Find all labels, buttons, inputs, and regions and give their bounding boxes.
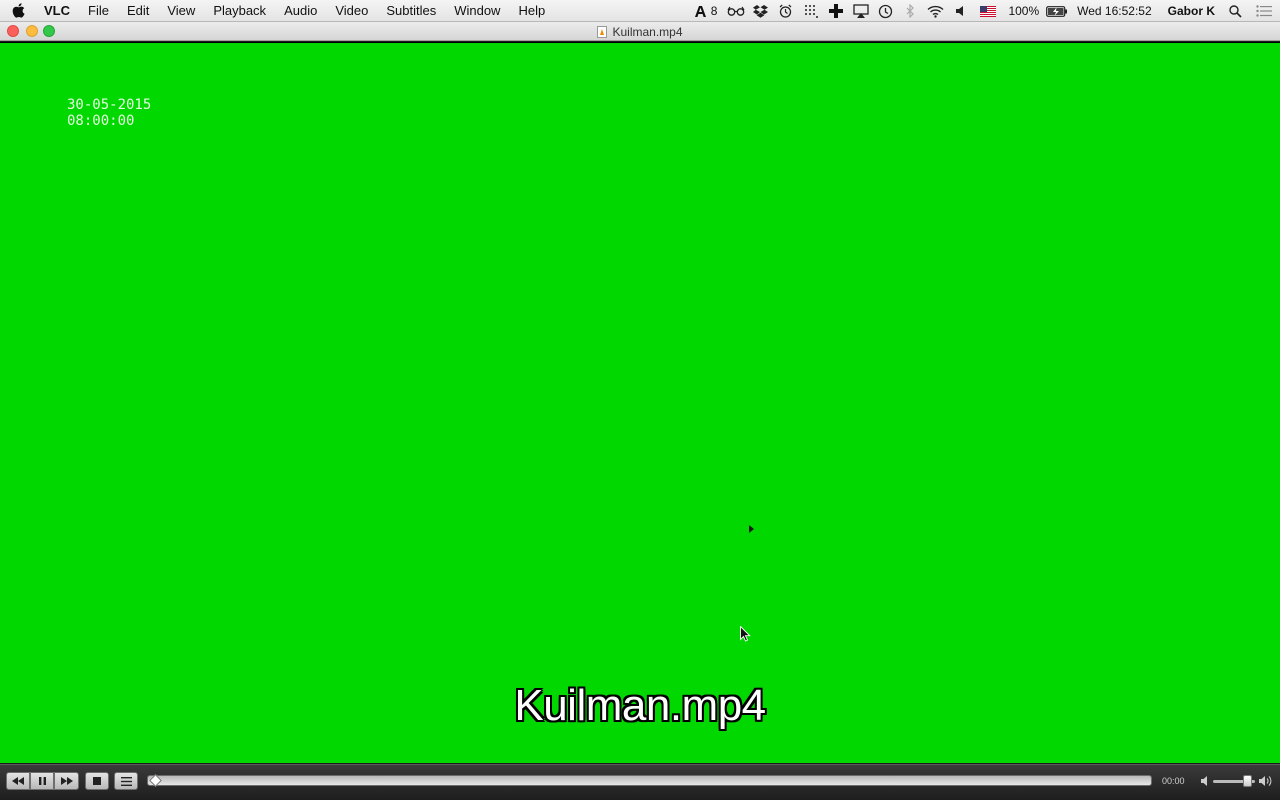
window-title-text: Kuilman.mp4 <box>612 24 683 39</box>
elapsed-time[interactable]: 00:00 <box>1162 765 1185 798</box>
volume-low-icon[interactable] <box>1200 774 1208 788</box>
user-account[interactable]: Gabor K <box>1160 0 1223 22</box>
pause-button[interactable] <box>30 772 54 790</box>
video-display[interactable]: 30-05-2015 08:00:00 Kuilman.mp4 <box>0 42 1280 763</box>
bluetooth-icon[interactable] <box>898 0 923 22</box>
spotlight-search-icon[interactable] <box>1223 0 1248 22</box>
play-marker-icon <box>749 525 754 533</box>
grid-dots-icon[interactable] <box>798 0 823 22</box>
osd-file-title: Kuilman.mp4 <box>514 681 766 730</box>
alarm-clock-icon[interactable] <box>773 0 798 22</box>
notification-center-icon[interactable] <box>1248 0 1280 22</box>
adobe-icon[interactable] <box>691 0 711 22</box>
glasses-icon[interactable] <box>723 0 748 22</box>
window-title-bar[interactable]: Kuilman.mp4 <box>0 22 1280 41</box>
apple-icon[interactable] <box>0 3 36 18</box>
menu-video[interactable]: Video <box>326 0 377 22</box>
adobe-count[interactable]: 8 <box>711 0 724 22</box>
menu-window[interactable]: Window <box>445 0 509 22</box>
plus-cross-icon[interactable] <box>823 0 848 22</box>
seek-bar[interactable] <box>147 774 1152 787</box>
volume-knob[interactable] <box>1243 775 1253 787</box>
battery-charging-icon[interactable] <box>1044 0 1069 22</box>
menubar-clock[interactable]: Wed 16:52:52 <box>1069 0 1160 22</box>
dropbox-icon[interactable] <box>748 0 773 22</box>
vlc-document-icon <box>597 25 608 38</box>
rewind-button[interactable] <box>6 772 30 790</box>
volume-high-icon[interactable] <box>1258 773 1272 789</box>
timestamp-date: 30-05-2015 <box>67 97 152 113</box>
menu-edit[interactable]: Edit <box>118 0 158 22</box>
us-flag-icon[interactable] <box>973 0 1003 22</box>
seek-knob[interactable] <box>149 774 162 787</box>
battery-percentage[interactable]: 100% <box>1003 0 1044 22</box>
menu-view[interactable]: View <box>158 0 204 22</box>
playback-control-bar: 00:00 <box>0 764 1280 800</box>
menu-file[interactable]: File <box>79 0 118 22</box>
fast-forward-icon <box>60 777 73 785</box>
pause-icon <box>38 777 46 785</box>
menu-subtitles[interactable]: Subtitles <box>377 0 445 22</box>
playlist-icon <box>120 776 132 786</box>
volume-icon[interactable] <box>948 0 973 22</box>
status-menu-area: 8 100% Wed 16:52:52 Gabor K <box>691 0 1280 22</box>
fast-forward-button[interactable] <box>54 772 79 790</box>
airplay-icon[interactable] <box>848 0 873 22</box>
menu-audio[interactable]: Audio <box>275 0 326 22</box>
timestamp-time: 08:00:00 <box>67 113 135 129</box>
video-timestamp-overlay: 30-05-2015 08:00:00 <box>67 97 151 129</box>
menu-app-vlc[interactable]: VLC <box>36 0 79 22</box>
playlist-button[interactable] <box>114 772 138 790</box>
stop-icon <box>93 777 101 785</box>
wifi-icon[interactable] <box>923 0 948 22</box>
window-title: Kuilman.mp4 <box>0 22 1280 41</box>
menu-playback[interactable]: Playback <box>204 0 275 22</box>
time-machine-icon[interactable] <box>873 0 898 22</box>
menu-bar: VLC File Edit View Playback Audio Video … <box>0 0 1280 22</box>
rewind-icon <box>12 777 24 785</box>
mouse-cursor-icon <box>740 626 751 642</box>
stop-button[interactable] <box>85 772 109 790</box>
menu-help[interactable]: Help <box>509 0 554 22</box>
